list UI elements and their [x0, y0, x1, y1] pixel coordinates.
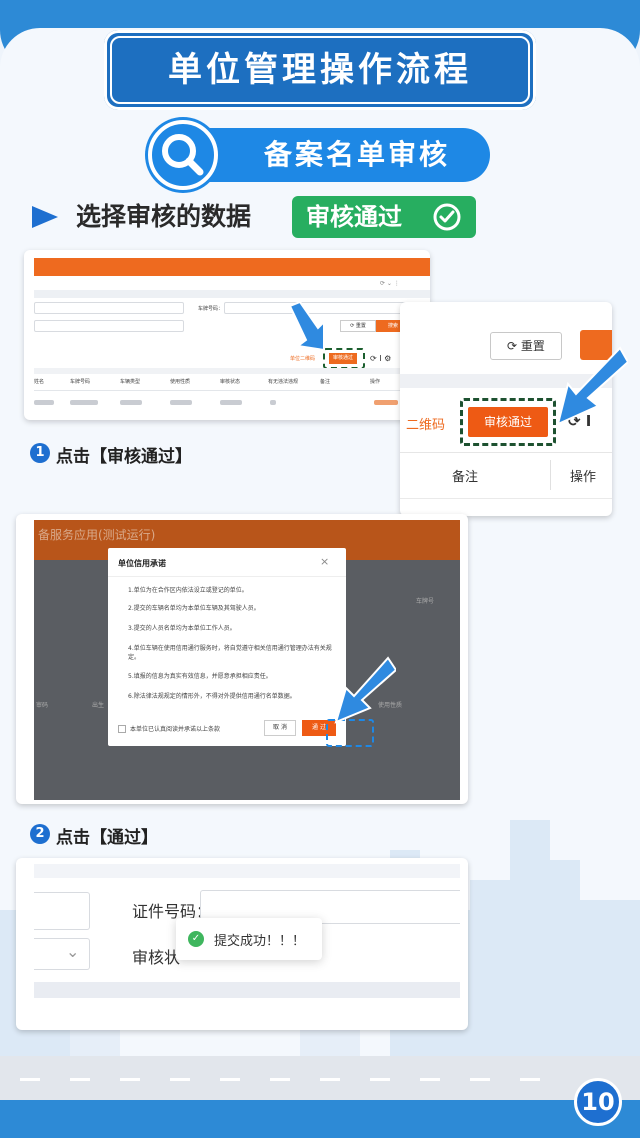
commit-item: 1.单位为在合作区内依法设立或登记的单位。	[128, 587, 248, 594]
zoom-qr-link[interactable]: 二维码	[406, 414, 445, 433]
section-subtitle: 备案名单审核	[263, 138, 450, 171]
step2-badge: 2	[30, 824, 50, 844]
commit-item: 6.除法律法规规定的情形外，不得对外提供信用通行名单数据。	[128, 693, 296, 700]
page-number-badge: 10	[574, 1078, 622, 1126]
approve-tag-label: 审核通过	[306, 203, 402, 231]
pointer-arrow-icon-2	[556, 346, 628, 426]
status-label: 审核状	[132, 948, 181, 967]
col-op: 操作	[370, 379, 381, 385]
unit-qr-link[interactable]: 单位二维码	[290, 355, 315, 362]
side-label: 出生	[92, 702, 105, 709]
commit-item: 3.提交的人员名单均为本单位工作人员。	[128, 625, 236, 632]
screenshot-list-page: ⟳ ⌄ ⋮ 车牌号码： ⟳ 重置 搜索 单位二维码 审核通过 ⟳ I ⚙ 姓名 …	[24, 250, 430, 420]
dialog-title: 单位信用承诺	[118, 559, 166, 568]
commit-item: 2.提交的车辆名单均为本单位车辆及其驾驶人员。	[128, 605, 260, 612]
step-intro-text: 选择审核的数据	[76, 202, 252, 231]
play-arrow-icon	[32, 206, 58, 228]
check-circle-icon	[433, 203, 461, 231]
check-icon: ✓	[188, 931, 204, 947]
step2-label: 点击【通过】	[56, 828, 158, 848]
zoom-approve-button[interactable]: 审核通过	[468, 407, 548, 437]
col-plate: 车牌号码	[70, 379, 91, 385]
success-toast: ✓ 提交成功！！！	[176, 918, 322, 960]
commit-item: 5.填报的信息为真实有效信息，并愿意承担相应责任。	[128, 673, 272, 680]
col-remark: 备注	[320, 379, 331, 385]
col-status: 审核状态	[220, 379, 241, 385]
search-icon	[148, 120, 218, 190]
close-icon[interactable]: ×	[320, 555, 329, 568]
credit-commitment-dialog: 单位信用承诺 × 1.单位为在合作区内依法设立或登记的单位。 2.提交的车辆名单…	[108, 548, 346, 746]
col-name: 姓名	[34, 379, 45, 385]
plate-label: 车牌号码：	[198, 306, 224, 312]
pointer-arrow-icon-3	[334, 656, 396, 724]
cancel-button[interactable]: 取 消	[264, 720, 296, 736]
bottom-band	[0, 1100, 640, 1138]
zoom-col-remark: 备注	[452, 470, 479, 485]
bg-app-title: 备服务应用(测试运行)	[38, 528, 156, 542]
toast-message: 提交成功！！！	[214, 934, 306, 949]
road	[0, 1056, 640, 1100]
step1-badge: 1	[30, 443, 50, 463]
step1-label: 点击【审核通过】	[56, 447, 192, 467]
approve-button[interactable]: 审核通过	[329, 353, 357, 364]
col-use: 使用性质	[170, 379, 191, 385]
side-label: 审码	[36, 702, 49, 709]
col-type: 车辆类型	[120, 379, 141, 385]
page-title: 单位管理操作流程	[168, 50, 472, 90]
zoom-col-op: 操作	[570, 470, 597, 485]
screenshot-dialog-page: 备服务应用(测试运行) 车牌号 使用性质 审码 出生 单位信用承诺 × 1.单位…	[16, 514, 468, 804]
col-violation: 有无违法违规	[268, 379, 299, 385]
toolbar-icons[interactable]: ⟳ I ⚙	[370, 354, 391, 363]
commit-item: 4.单位车辆在使用信用通行服务时，将自觉遵守相关信用通行管理办法有关规定。	[128, 645, 332, 661]
reset-button[interactable]: ⟳ 重置	[340, 320, 376, 332]
agree-checkbox[interactable]	[118, 725, 126, 733]
pointer-arrow-icon	[288, 302, 325, 352]
chevron-down-icon[interactable]: ⌄	[66, 942, 79, 961]
agree-checkbox-label: 本单位已认真阅读并承诺以上条款	[130, 726, 221, 733]
side-label: 车牌号	[416, 598, 435, 605]
